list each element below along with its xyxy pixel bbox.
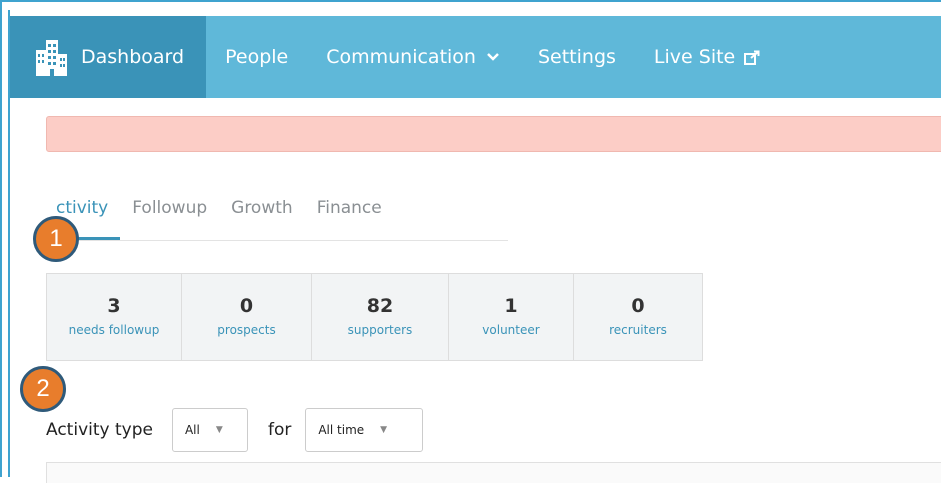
stat-recruiters[interactable]: 0 recruiters — [574, 274, 702, 360]
activity-filter-row: Activity type All ▼ for All time ▼ — [46, 408, 424, 452]
stat-value: 0 — [631, 295, 645, 317]
stat-volunteer[interactable]: 1 volunteer — [449, 274, 574, 360]
nav-live-site-label: Live Site — [653, 46, 736, 68]
time-range-select[interactable]: All time ▼ — [305, 408, 424, 452]
tab-followup-label: Followup — [132, 198, 208, 218]
tab-growth-label: Growth — [231, 198, 293, 218]
top-navbar: Dashboard People Communication Settings … — [10, 16, 941, 98]
tab-bar: ctivity Followup Growth Finance — [46, 190, 508, 241]
nav-dashboard[interactable]: Dashboard — [10, 16, 207, 98]
chevron-down-icon — [487, 53, 499, 61]
stat-value: 3 — [107, 295, 121, 317]
tab-finance[interactable]: Finance — [305, 190, 394, 239]
nav-communication-label: Communication — [326, 46, 476, 68]
nav-people[interactable]: People — [206, 16, 307, 98]
annotation-badge-1: 1 — [33, 216, 79, 262]
external-link-icon — [744, 50, 760, 65]
for-label: for — [267, 420, 292, 440]
stat-label: volunteer — [482, 323, 540, 337]
stat-value: 1 — [504, 295, 518, 317]
nav-settings[interactable]: Settings — [519, 16, 635, 98]
nav-live-site[interactable]: Live Site — [635, 16, 779, 98]
tab-finance-label: Finance — [316, 198, 382, 218]
stat-value: 0 — [239, 295, 254, 317]
stat-label: needs followup — [68, 323, 160, 337]
stat-label: recruiters — [609, 323, 667, 337]
activity-type-label: Activity type — [46, 420, 153, 440]
nav-dashboard-label: Dashboard — [81, 46, 185, 68]
activity-type-value: All — [184, 423, 200, 437]
nav-settings-label: Settings — [537, 46, 616, 68]
annotation-badge-2: 2 — [20, 366, 66, 412]
activity-list-panel — [46, 462, 941, 483]
stat-prospects[interactable]: 0 prospects — [182, 274, 312, 360]
tab-followup[interactable]: Followup — [120, 190, 219, 239]
tab-activity-label: ctivity — [56, 198, 109, 218]
stat-label: prospects — [217, 323, 276, 337]
stat-supporters[interactable]: 82 supporters — [312, 274, 449, 360]
nav-people-label: People — [225, 46, 289, 68]
stats-bar: 3 needs followup 0 prospects 82 supporte… — [46, 273, 703, 361]
dropdown-arrow-icon: ▼ — [215, 425, 223, 435]
nav-communication[interactable]: Communication — [307, 16, 519, 98]
time-range-value: All time — [318, 423, 365, 437]
stat-label: supporters — [347, 323, 413, 337]
alert-banner — [46, 116, 941, 152]
activity-type-select[interactable]: All ▼ — [171, 408, 248, 452]
tab-growth[interactable]: Growth — [219, 190, 305, 239]
dropdown-arrow-icon: ▼ — [380, 425, 388, 435]
stat-needs-followup[interactable]: 3 needs followup — [47, 274, 182, 360]
building-icon — [36, 40, 67, 76]
stat-value: 82 — [366, 295, 394, 317]
